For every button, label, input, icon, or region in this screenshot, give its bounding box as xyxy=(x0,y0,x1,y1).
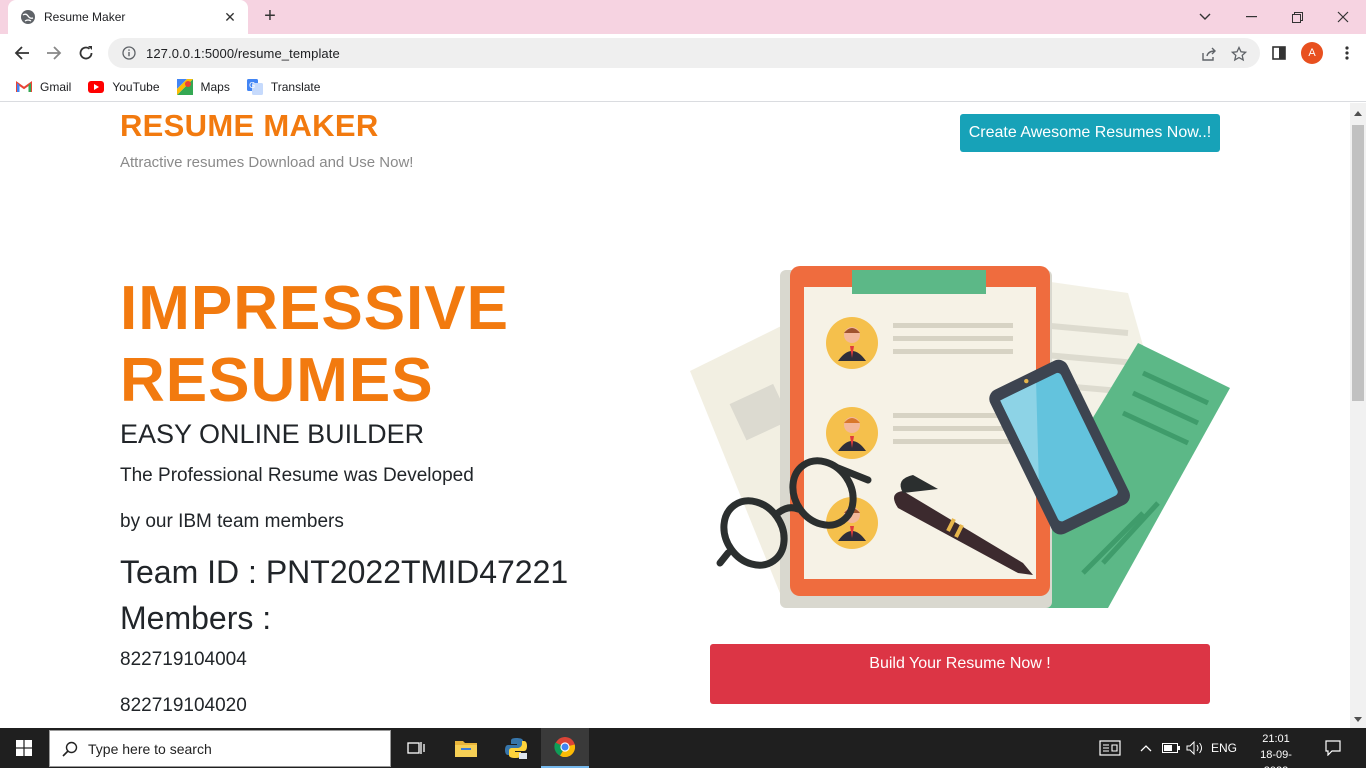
member-id: 822719104004 xyxy=(120,649,247,670)
scroll-down-arrow-icon[interactable] xyxy=(1354,717,1362,722)
reload-button[interactable] xyxy=(73,40,99,66)
python-idle-button[interactable] xyxy=(492,728,540,768)
folder-icon xyxy=(455,741,477,757)
close-window-button[interactable] xyxy=(1320,0,1366,34)
tray-overflow-chevron-up-icon[interactable] xyxy=(1136,728,1156,768)
page-viewport: RESUME MAKER Attractive resumes Download… xyxy=(0,103,1350,728)
share-icon[interactable] xyxy=(1200,45,1218,63)
maps-icon xyxy=(176,78,193,95)
arrow-left-icon xyxy=(14,46,29,60)
bookmark-label: Translate xyxy=(270,79,321,94)
browser-toolbar: 127.0.0.1:5000/resume_template A xyxy=(0,34,1366,72)
vertical-scrollbar[interactable] xyxy=(1350,103,1366,728)
bookmark-label: YouTube xyxy=(112,79,160,94)
member-id: 822719104020 xyxy=(120,695,247,716)
profile-initial: A xyxy=(1308,47,1316,59)
start-button[interactable] xyxy=(0,728,48,768)
side-panel-icon xyxy=(1272,46,1286,60)
python-icon xyxy=(505,738,527,759)
action-center-icon[interactable] xyxy=(1320,728,1346,768)
url-text[interactable]: 127.0.0.1:5000/resume_template xyxy=(146,46,340,61)
search-placeholder: Type here to search xyxy=(88,740,212,757)
bookmarks-bar: Gmail YouTube Maps G Translate xyxy=(0,72,1366,102)
windows-logo-icon xyxy=(16,740,32,756)
tab-search-chevron-down-icon[interactable] xyxy=(1182,0,1228,34)
hero-heading: IMPRESSIVE RESUMES xyxy=(120,273,509,417)
tab-strip: Resume Maker ✕ + xyxy=(0,0,1366,34)
taskbar-search-box[interactable]: Type here to search xyxy=(49,730,391,767)
bookmark-translate[interactable]: G Translate xyxy=(246,78,321,95)
new-tab-button[interactable]: + xyxy=(258,5,282,29)
task-view-icon xyxy=(407,742,425,754)
description-line-1: The Professional Resume was Developed xyxy=(120,465,474,486)
gmail-icon xyxy=(16,79,32,95)
brand-title[interactable]: RESUME MAKER xyxy=(120,108,379,144)
hero-line-1: IMPRESSIVE xyxy=(120,274,509,343)
scrollbar-thumb[interactable] xyxy=(1352,125,1364,401)
side-panel-button[interactable] xyxy=(1266,40,1292,66)
build-resume-button[interactable]: Build Your Resume Now ! xyxy=(710,644,1210,704)
notifications-app-icon[interactable] xyxy=(1096,728,1124,768)
bookmark-label: Gmail xyxy=(40,79,72,94)
create-resumes-button[interactable]: Create Awesome Resumes Now..! xyxy=(960,114,1220,152)
bookmark-label: Maps xyxy=(200,79,230,94)
bookmark-maps[interactable]: Maps xyxy=(176,78,230,95)
members-heading: Members : xyxy=(120,600,272,636)
chrome-taskbar-button[interactable] xyxy=(541,728,589,768)
chrome-icon xyxy=(554,737,576,758)
close-tab-icon[interactable]: ✕ xyxy=(222,9,238,26)
translate-icon: G xyxy=(246,78,263,95)
clock-time: 21:01 xyxy=(1262,733,1290,745)
profile-avatar[interactable]: A xyxy=(1299,40,1325,66)
globe-icon xyxy=(21,10,35,24)
more-menu-button[interactable] xyxy=(1334,40,1360,66)
file-explorer-button[interactable] xyxy=(442,728,490,768)
hero-subtitle: EASY ONLINE BUILDER xyxy=(120,419,425,449)
bookmark-star-icon[interactable] xyxy=(1230,45,1248,63)
tab-title: Resume Maker xyxy=(44,10,126,24)
windows-taskbar: Type here to search ENG 21:01 18-09-2022 xyxy=(0,728,1366,777)
kebab-menu-icon xyxy=(1345,46,1349,60)
browser-tab[interactable]: Resume Maker ✕ xyxy=(8,0,248,34)
clock-date: 18-09-2022 xyxy=(1260,749,1292,777)
svg-text:G: G xyxy=(249,81,255,90)
reload-icon xyxy=(79,46,93,60)
volume-icon[interactable] xyxy=(1184,728,1206,768)
info-icon[interactable] xyxy=(122,46,136,60)
hero-line-2: RESUMES xyxy=(120,346,434,415)
restore-button[interactable] xyxy=(1274,0,1320,34)
battery-icon[interactable] xyxy=(1160,728,1182,768)
system-clock[interactable]: 21:01 18-09-2022 xyxy=(1250,731,1302,779)
team-id: Team ID : PNT2022TMID47221 xyxy=(120,554,569,590)
back-button[interactable] xyxy=(9,40,35,66)
description-line-2: by our IBM team members xyxy=(120,511,344,532)
search-icon xyxy=(62,741,78,757)
arrow-right-icon xyxy=(47,46,62,60)
forward-button[interactable] xyxy=(41,40,67,66)
task-view-button[interactable] xyxy=(392,728,440,768)
bookmark-gmail[interactable]: Gmail xyxy=(16,79,71,95)
youtube-icon xyxy=(88,79,105,95)
brand-tagline: Attractive resumes Download and Use Now! xyxy=(120,154,414,171)
bookmark-youtube[interactable]: YouTube xyxy=(88,79,160,95)
language-indicator[interactable]: ENG xyxy=(1208,728,1240,768)
resume-clipboard-illustration xyxy=(690,266,1230,608)
address-bar[interactable]: 127.0.0.1:5000/resume_template xyxy=(108,38,1260,68)
minimize-button[interactable] xyxy=(1228,0,1274,34)
scroll-up-arrow-icon[interactable] xyxy=(1354,111,1362,116)
